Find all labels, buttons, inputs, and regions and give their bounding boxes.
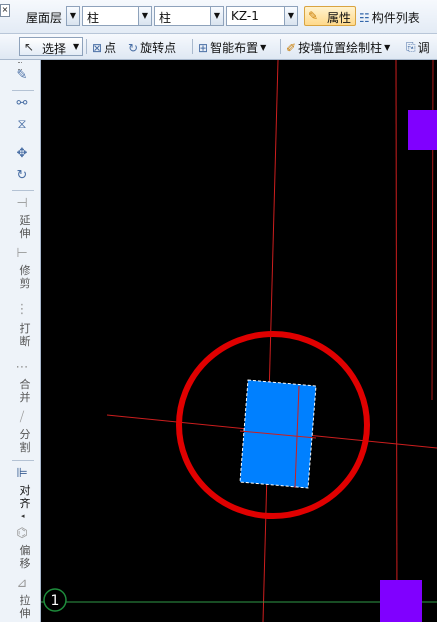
stretch-icon[interactable]: ⊿ (14, 576, 30, 591)
merge-label[interactable]: 合并 (18, 378, 32, 404)
merge-icon[interactable]: ⋯ (14, 360, 30, 375)
column-kz[interactable] (408, 110, 437, 150)
element-value: KZ-1 (231, 9, 259, 23)
column-kz[interactable] (380, 580, 422, 622)
draw-by-wall-button[interactable]: ✐ 按墙位置绘制柱 ▼ (286, 39, 390, 56)
split-label[interactable]: 分割 (18, 428, 32, 454)
cursor-icon: ↖ (24, 40, 35, 54)
rotate-point-button[interactable]: ↻ 旋转点 (128, 39, 176, 56)
edit-toolbar: ✎ ⚯ ⧖ ✥ ↻ ⊣ 延伸 ⊢ 修剪 ⋮ 打断 ⋯ 合并 ⧸ 分割 ⊫ 对齐 … (0, 60, 41, 622)
pencil-icon: ✐ (286, 40, 297, 55)
type-value: 柱 (159, 11, 172, 25)
draw-toolbar: ↖ 选择 ▼ ⊠ 点 ↻ 旋转点 ⊞ 智能布置 ▼ ✐ 按墙位置绘制柱 ▼ ⎘ … (0, 34, 437, 60)
point-button[interactable]: ⊠ 点 (92, 39, 116, 56)
chevron-down-icon[interactable]: ▼ (260, 43, 266, 52)
component-list-label: 构件列表 (371, 11, 420, 25)
close-icon[interactable]: × (0, 4, 10, 17)
draw-by-wall-label: 按墙位置绘制柱 (298, 41, 383, 55)
element-toolbar: × 屋面层 ▼ 柱 ▼ 柱 ▼ KZ-1 ▼ ✎ 属性 ☷ 构件列表 (0, 0, 437, 34)
separator (86, 39, 87, 54)
properties-label: 属性 (327, 11, 352, 25)
point-label: 点 (104, 41, 117, 55)
drawing-canvas[interactable]: 1 (41, 60, 437, 622)
align-icon[interactable]: ⊫ (14, 466, 30, 481)
floor-label[interactable]: 屋面层 (26, 9, 62, 26)
extend-label[interactable]: 延伸 (18, 214, 32, 240)
component-list-button[interactable]: ☷ 构件列表 (359, 9, 420, 26)
separator (280, 39, 281, 54)
offset-label[interactable]: 偏移 (18, 544, 32, 570)
mirror-icon[interactable]: ⧖ (14, 117, 30, 132)
split-icon[interactable]: ⧸ (14, 410, 30, 425)
point-icon: ⊠ (92, 40, 103, 55)
rotate-point-label: 旋转点 (140, 41, 177, 55)
copy-icon[interactable]: ⚯ (14, 96, 30, 111)
type-select[interactable]: 柱 ▼ (154, 6, 224, 26)
chevron-down-icon[interactable]: ▼ (384, 43, 390, 52)
smart-layout-label: 智能布置 (210, 41, 259, 55)
smart-layout-button[interactable]: ⊞ 智能布置 ▼ (198, 39, 266, 56)
select-button[interactable]: ↖ 选择 ▼ (19, 37, 83, 56)
category-select[interactable]: 柱 ▼ (82, 6, 152, 26)
floor-dropdown[interactable]: ▼ (66, 6, 80, 26)
rotate-icon[interactable]: ↻ (14, 168, 30, 183)
list-icon: ☷ (359, 10, 370, 25)
axis-bubble-label: 1 (51, 593, 60, 609)
break-label[interactable]: 打断 (18, 322, 32, 348)
rotate-icon: ↻ (128, 40, 139, 55)
align-label[interactable]: 对齐 (18, 484, 32, 510)
move-icon[interactable]: ✥ (14, 146, 30, 161)
separator (192, 39, 193, 54)
canvas-svg: 1 (41, 60, 437, 622)
trim-icon[interactable]: ⊢ (14, 246, 30, 261)
grid-icon: ⊞ (198, 40, 209, 55)
break-icon[interactable]: ⋮ (14, 302, 30, 317)
adjust-button[interactable]: ⎘ 调 (406, 39, 430, 56)
axis-line-vertical-right (395, 60, 398, 622)
adjust-icon: ⎘ (406, 40, 416, 54)
brush-icon[interactable]: ✎ (14, 68, 30, 83)
trim-label[interactable]: 修剪 (18, 264, 32, 290)
separator (12, 460, 34, 461)
separator (12, 190, 34, 191)
chevron-down-icon[interactable]: ▼ (284, 7, 297, 25)
chevron-down-icon[interactable]: ▼ (138, 7, 151, 25)
chevron-down-icon[interactable]: ▼ (66, 7, 79, 25)
category-value: 柱 (87, 11, 100, 25)
separator (12, 90, 34, 91)
stretch-label[interactable]: 拉伸 (18, 594, 32, 620)
properties-icon: ✎ (308, 9, 319, 23)
chevron-down-icon[interactable]: ▼ (210, 7, 223, 25)
axis-line-vertical (262, 60, 279, 622)
chevron-down-icon[interactable]: ◂ (21, 512, 25, 520)
chevron-down-icon[interactable]: ▼ (73, 42, 79, 51)
properties-button[interactable]: ✎ 属性 (304, 6, 356, 26)
adjust-label: 调 (417, 41, 430, 55)
offset-icon[interactable]: ⌬ (14, 526, 30, 541)
select-label: 选择 (42, 42, 67, 56)
element-select[interactable]: KZ-1 ▼ (226, 6, 298, 26)
extend-icon[interactable]: ⊣ (14, 196, 30, 211)
